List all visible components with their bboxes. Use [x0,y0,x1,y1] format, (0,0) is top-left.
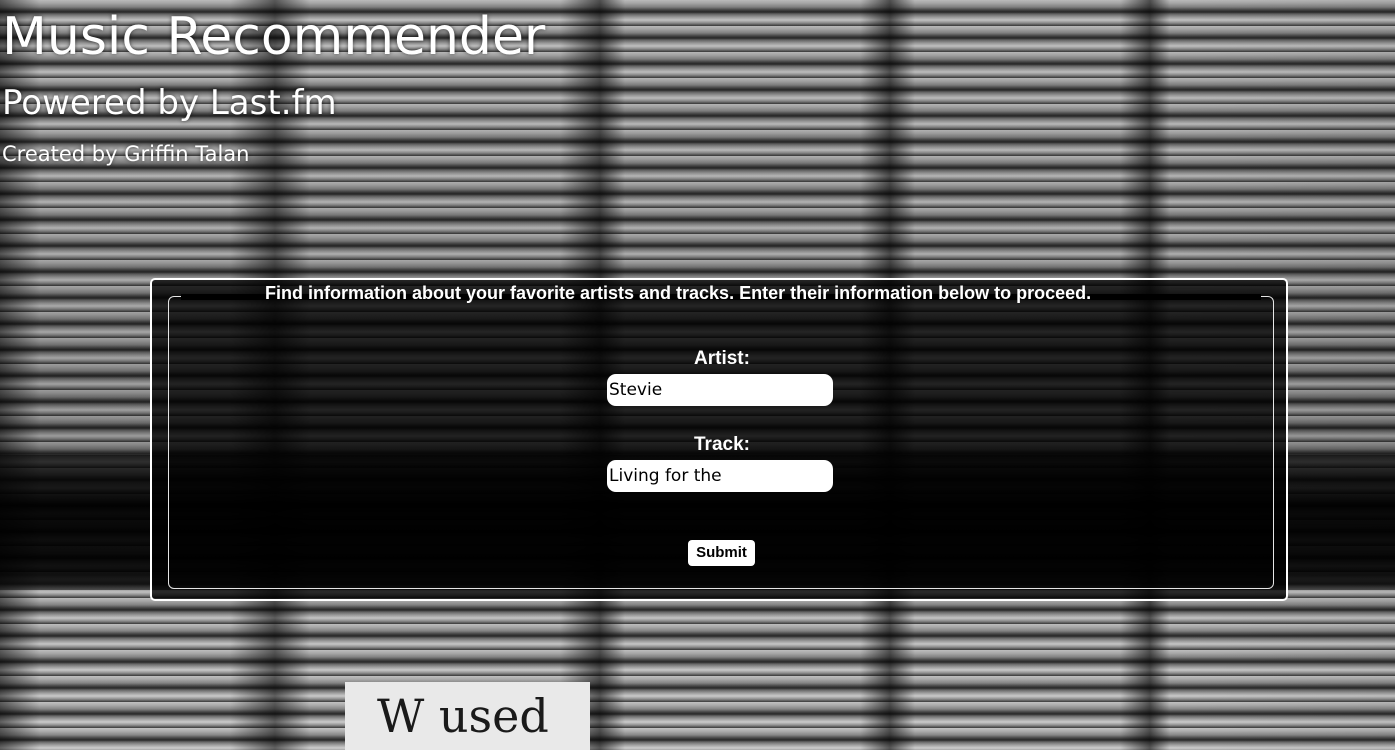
author-credit: Created by Griffin Talan [2,142,250,166]
artist-label: Artist: [694,348,750,369]
search-form: Find information about your favorite art… [150,278,1288,601]
submit-button[interactable]: Submit [688,540,755,566]
page-subtitle: Powered by Last.fm [2,83,337,123]
form-instructions: Find information about your favorite art… [265,283,1092,303]
artist-input[interactable] [607,374,833,406]
page-title: Music Recommender [2,7,546,67]
form-fieldset: Find information about your favorite art… [168,283,1274,589]
track-input[interactable] [607,460,833,492]
background-sticker: W used [345,682,590,750]
track-label: Track: [694,434,750,455]
